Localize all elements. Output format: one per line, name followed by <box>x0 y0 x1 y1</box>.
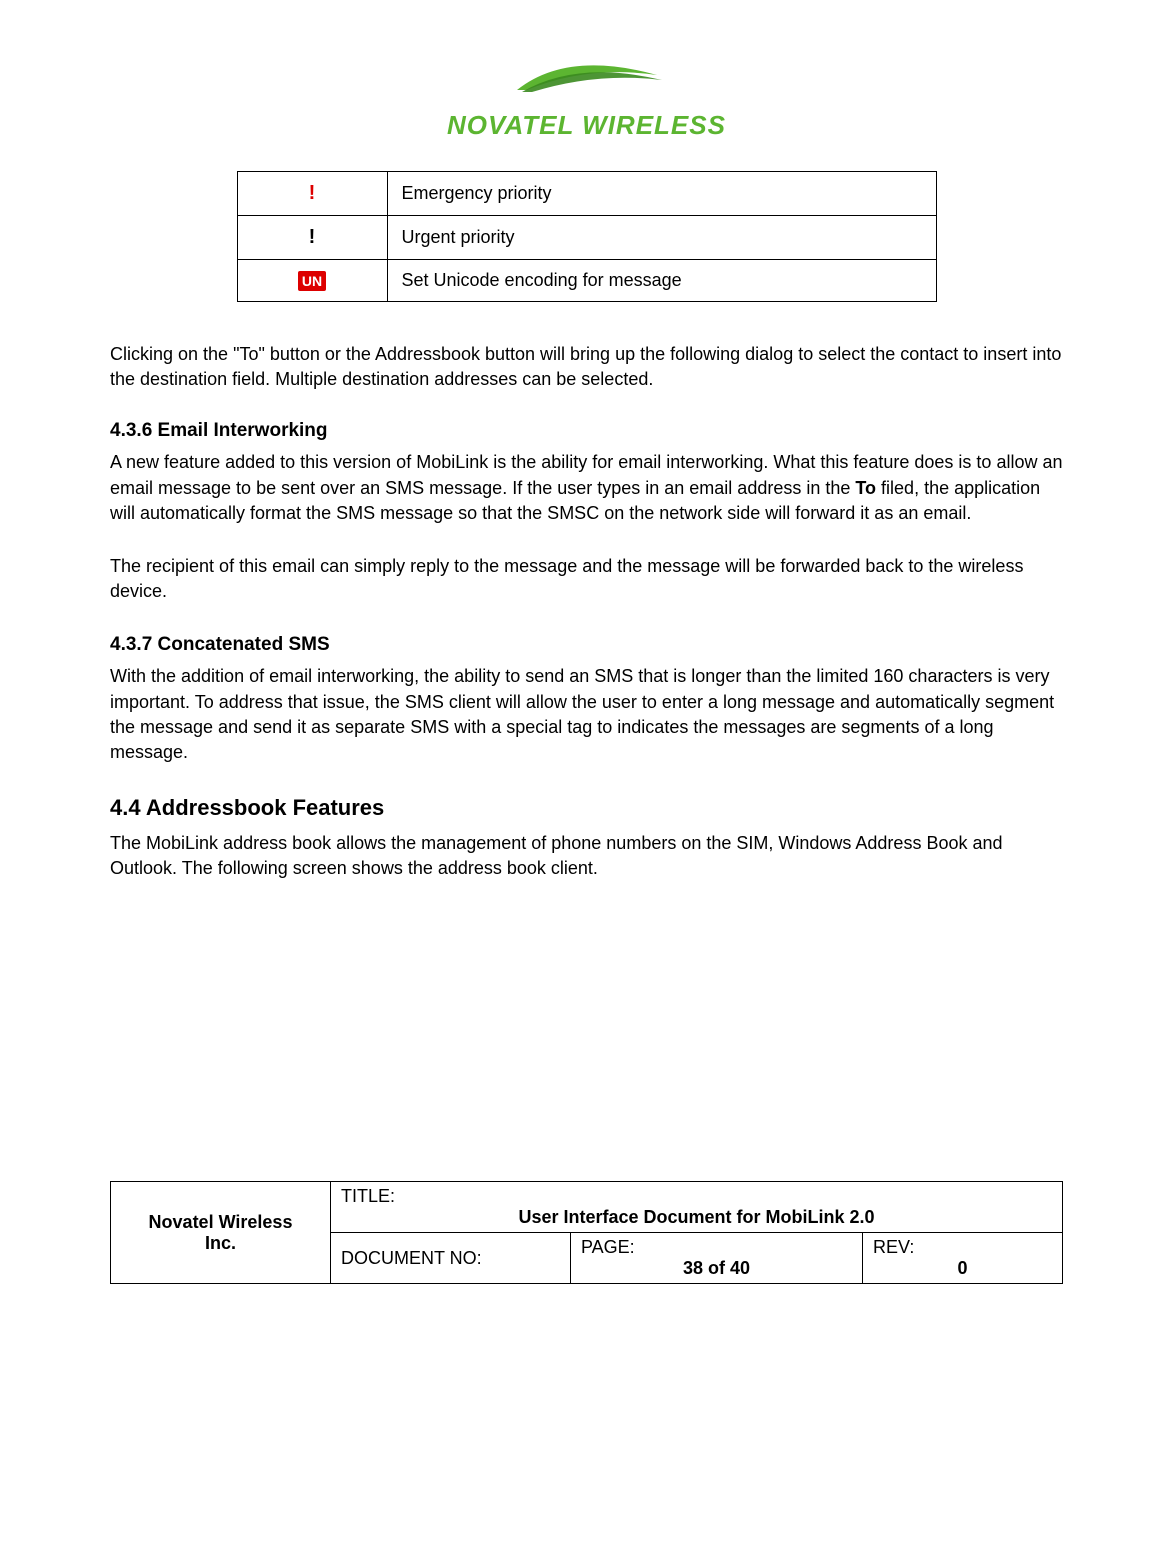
footer-table: Novatel Wireless Inc. TITLE: User Interf… <box>110 1181 1063 1284</box>
page-label: PAGE: <box>581 1237 635 1257</box>
company-name-line2: Inc. <box>121 1233 320 1254</box>
footer-company-cell: Novatel Wireless Inc. <box>111 1182 331 1284</box>
icon-cell: ! <box>237 172 387 216</box>
footer-page-cell: PAGE: 38 of 40 <box>571 1233 863 1284</box>
urgent-priority-icon: ! <box>309 226 316 248</box>
company-name-line1: Novatel Wireless <box>121 1212 320 1233</box>
table-row: ! Urgent priority <box>237 216 936 260</box>
title-label: TITLE: <box>341 1186 395 1206</box>
section-heading: 4.4 Addressbook Features <box>110 795 1063 821</box>
footer-title-cell: TITLE: User Interface Document for MobiL… <box>331 1182 1063 1233</box>
bold-to-field: To <box>855 478 876 498</box>
rev-label: REV: <box>873 1237 914 1257</box>
table-row: UN Set Unicode encoding for message <box>237 260 936 302</box>
section-addressbook-features: 4.4 Addressbook Features The MobiLink ad… <box>110 795 1063 881</box>
logo-swoosh-icon <box>487 40 687 100</box>
icon-description: Urgent priority <box>387 216 936 260</box>
docno-label: DOCUMENT NO: <box>341 1248 482 1268</box>
section-paragraph: A new feature added to this version of M… <box>110 450 1063 526</box>
section-heading: 4.3.7 Concatenated SMS <box>110 634 1063 656</box>
emergency-priority-icon: ! <box>309 182 316 204</box>
section-paragraph: With the addition of email interworking,… <box>110 664 1063 765</box>
icon-cell: ! <box>237 216 387 260</box>
logo: NOVATEL WIRELESS <box>110 40 1063 141</box>
section-concatenated-sms: 4.3.7 Concatenated SMS With the addition… <box>110 634 1063 765</box>
footer-rev-cell: REV: 0 <box>863 1233 1063 1284</box>
icon-description: Emergency priority <box>387 172 936 216</box>
icon-description: Set Unicode encoding for message <box>387 260 936 302</box>
footer-docno-cell: DOCUMENT NO: <box>331 1233 571 1284</box>
unicode-encoding-icon: UN <box>298 271 326 291</box>
rev-value: 0 <box>873 1258 1052 1279</box>
priority-icons-table: ! Emergency priority ! Urgent priority U… <box>237 171 937 302</box>
logo-text: NOVATEL WIRELESS <box>110 110 1063 141</box>
page-value: 38 of 40 <box>581 1258 852 1279</box>
section-paragraph: The recipient of this email can simply r… <box>110 554 1063 604</box>
intro-paragraph: Clicking on the "To" button or the Addre… <box>110 342 1063 392</box>
section-email-interworking: 4.3.6 Email Interworking A new feature a… <box>110 420 1063 604</box>
table-row: ! Emergency priority <box>237 172 936 216</box>
section-paragraph: The MobiLink address book allows the man… <box>110 831 1063 881</box>
title-value: User Interface Document for MobiLink 2.0 <box>341 1207 1052 1228</box>
icon-cell: UN <box>237 260 387 302</box>
section-heading: 4.3.6 Email Interworking <box>110 420 1063 442</box>
